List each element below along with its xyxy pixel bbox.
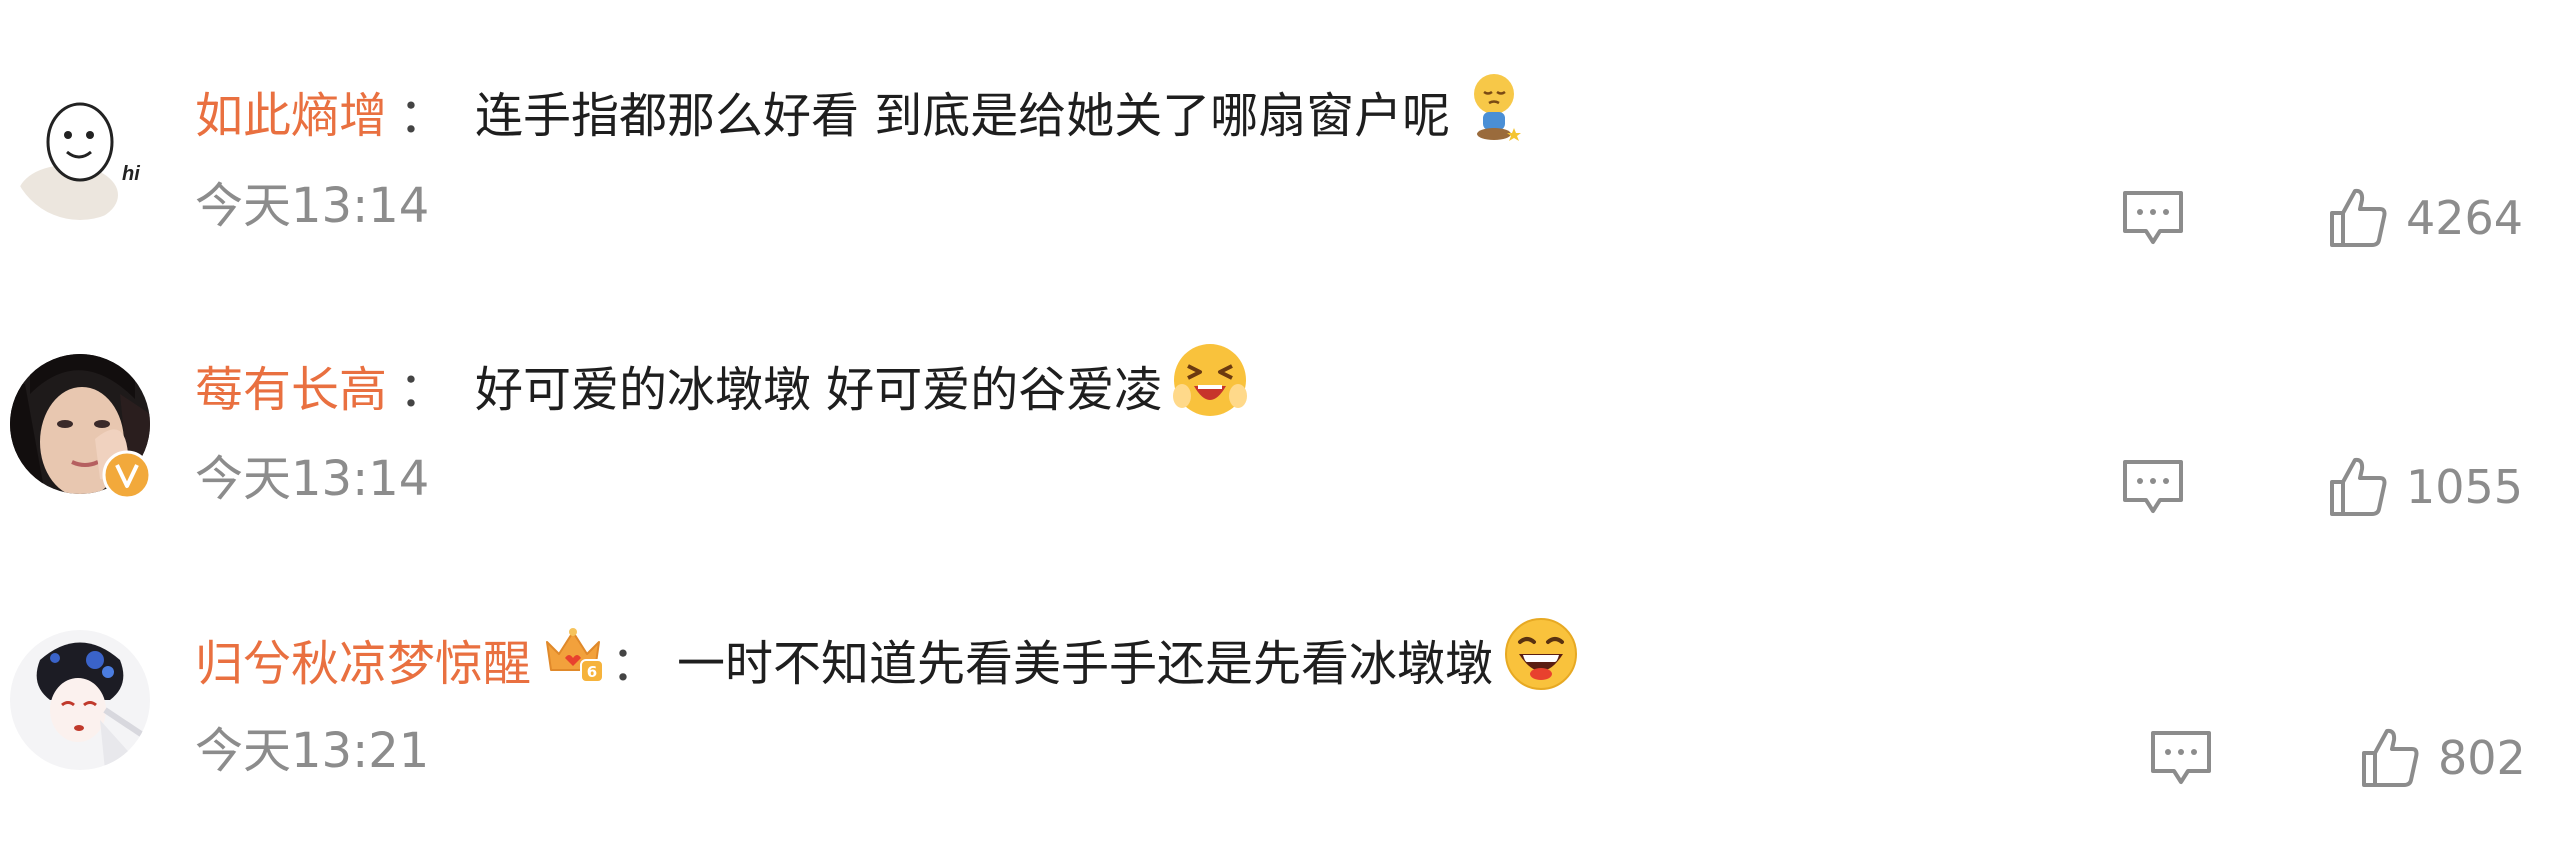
comment-item: hi 如此熵增 ： 连手指都那么好看 到底是给她关了哪扇窗户呢 今天13:14 [0,0,2572,280]
comment-text: 一时不知道先看美手手还是先看冰墩墩 [677,636,1494,692]
verified-badge-icon [102,450,152,500]
comment-content: 归兮秋凉梦惊醒 6 ： 一时不知道先看美手手还是先看冰墩墩 [195,618,1579,700]
comment-content: 如此熵增 ： 连手指都那么好看 到底是给她关了哪扇窗户呢 [195,74,1524,152]
comment-icon [2151,731,2211,784]
thumbs-up-icon [2330,457,2387,516]
crown-level-badge-icon: 6 [541,624,605,704]
like-button[interactable]: 4264 [2328,183,2523,253]
svg-text:6: 6 [587,663,597,681]
reply-button[interactable] [2148,725,2214,791]
sleepy-sitting-emoji [1464,70,1524,162]
comment-icon [2123,191,2183,244]
username[interactable]: 莓有长高 [195,354,387,426]
comment-list: hi 如此熵增 ： 连手指都那么好看 到底是给她关了哪扇窗户呢 今天13:14 [0,0,2572,852]
thumbs-up-icon [2362,728,2419,787]
timestamp: 今天13:21 [195,723,430,779]
comment-item: 归兮秋凉梦惊醒 6 ： 一时不知道先看美手手还是先看冰墩墩 今天13:21 80… [0,545,2572,825]
colon-separator: ： [399,362,448,418]
crying-laughing-emoji [1170,340,1250,440]
opera-figure-avatar [10,630,150,770]
timestamp: 今天13:14 [195,178,430,234]
like-button[interactable]: 1055 [2328,452,2523,522]
svg-text:hi: hi [122,163,140,185]
avatar[interactable]: hi [10,80,150,220]
timestamp: 今天13:14 [195,451,430,507]
username[interactable]: 如此熵增 [195,80,387,152]
comment-item: 莓有长高 ： 好可爱的冰墩墩 好可爱的谷爱凌 今天13:14 1055 [0,272,2572,552]
like-button[interactable]: 802 [2360,723,2526,793]
comment-icon [2123,460,2183,513]
reply-button[interactable] [2120,185,2186,251]
thumbs-up-icon [2330,188,2387,247]
comment-text: 好可爱的冰墩墩 好可爱的谷爱凌 [475,362,1163,418]
reply-button[interactable] [2120,454,2186,520]
comment-text: 连手指都那么好看 到底是给她关了哪扇窗户呢 [475,88,1451,144]
avatar[interactable] [10,630,150,770]
comment-content: 莓有长高 ： 好可爱的冰墩墩 好可爱的谷爱凌 [195,344,1250,426]
username[interactable]: 归兮秋凉梦惊醒 [195,628,531,700]
colon-separator: ： [399,88,448,144]
like-count: 802 [2438,731,2526,785]
colon-separator: ： [611,636,660,692]
like-count: 1055 [2406,460,2524,514]
doodle-face-avatar: hi [10,80,150,220]
avatar[interactable] [10,354,152,500]
like-count: 4264 [2406,191,2524,245]
grinning-emoji [1503,616,1579,712]
